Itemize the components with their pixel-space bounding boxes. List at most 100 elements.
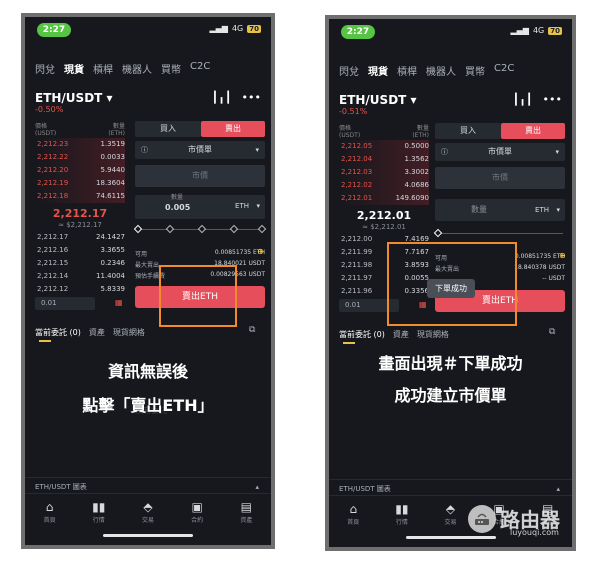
slider-step-50[interactable] (197, 224, 207, 234)
quantity-unit: ETH (535, 206, 549, 214)
orderbook-bid-row[interactable]: 2,212.14 11.4004 (35, 270, 125, 283)
nav-futures[interactable]: ▣ 合約 (179, 500, 215, 545)
highlight-box (159, 265, 237, 327)
tab-assets[interactable]: 資產 (393, 329, 409, 340)
router-logo-icon (468, 504, 496, 533)
tab-buy-crypto[interactable]: 買幣 (161, 61, 181, 76)
tab-margin[interactable]: 槓桿 (397, 63, 417, 78)
orderbook-ask-row[interactable]: 2,212.22 0.0033 (35, 151, 125, 164)
tab-spot-grid[interactable]: 現貨網格 (417, 329, 449, 340)
order-type-select[interactable]: ⓘ 市價單 ▾ (435, 143, 565, 161)
slider-step-25[interactable] (165, 224, 175, 234)
precision-select[interactable]: 0.01 (35, 297, 95, 310)
orderbook-bid-row[interactable]: 2,212.17 24.1427 (35, 231, 125, 244)
instruction-line-2: 點擊「賣出ETH」 (82, 396, 214, 415)
status-bar: 2:27 ▂▄▆ 4G 70 (25, 17, 271, 43)
orderbook-price-header: 價格 (USDT) (35, 123, 57, 137)
pair-change: -0.50% (35, 105, 64, 114)
bid-price: 2,212.17 (37, 233, 69, 241)
sell-tab[interactable]: 賣出 (501, 123, 565, 139)
orderbook-ask-row[interactable]: 2,212.05 0.5000 (339, 140, 429, 153)
tab-open-orders[interactable]: 當前委託 (0) (35, 327, 81, 338)
buy-tab[interactable]: 買入 (135, 121, 201, 137)
pair-selector[interactable]: ETH/USDT ▾ (35, 91, 113, 105)
quantity-field[interactable]: 數量 0.005 ETH ▾ (135, 194, 265, 219)
bid-price: 2,211.98 (341, 261, 373, 269)
nav-home[interactable]: ⌂ 首頁 (335, 502, 371, 547)
ask-price: 2,212.03 (341, 168, 373, 176)
tab-bots[interactable]: 機器人 (122, 61, 152, 76)
nav-label: 交易 (141, 517, 154, 524)
max-sell-value: 18.840378 USDT (514, 264, 565, 271)
tab-assets[interactable]: 資產 (89, 327, 105, 338)
buy-tab[interactable]: 買入 (435, 123, 501, 139)
add-icon[interactable]: ⊕ (559, 251, 566, 260)
nav-trade[interactable]: ⬘ 交易 (432, 502, 468, 547)
nav-markets[interactable]: ▮▮ 行情 (384, 502, 420, 547)
slider-step-100[interactable] (257, 224, 267, 234)
tab-open-orders[interactable]: 當前委託 (0) (339, 329, 385, 340)
slider-step-75[interactable] (229, 224, 239, 234)
orderbook-ask-row[interactable]: 2,212.20 5.9440 (35, 164, 125, 177)
filter-icon[interactable]: ⧉ (249, 325, 255, 335)
order-type-select[interactable]: ⓘ 市價單 ▾ (135, 141, 265, 159)
nav-home[interactable]: ⌂ 首頁 (32, 500, 68, 545)
status-bar: 2:27 ▂▄▆ 4G 70 (329, 19, 572, 45)
home-icon: ⌂ (45, 500, 54, 514)
orderbook-ask-row[interactable]: 2,212.23 1.3519 (35, 138, 125, 151)
ask-price: 2,212.22 (37, 153, 69, 161)
orderbook-ask-row[interactable]: 2,212.01 149.6090 (339, 192, 429, 205)
tab-spot[interactable]: 現貨 (368, 63, 388, 78)
orderbook-ask-row[interactable]: 2,212.19 18.3604 (35, 177, 125, 190)
candlestick-icon[interactable]: ┃╻┃ (212, 91, 232, 104)
home-icon: ⌂ (349, 502, 358, 516)
orderbook-bid-row[interactable]: 2,212.16 3.3655 (35, 244, 125, 257)
sell-tab[interactable]: 賣出 (201, 121, 265, 137)
ask-price: 2,212.01 (341, 194, 373, 202)
bid-price: 2,211.96 (341, 287, 373, 295)
amount-slider[interactable] (437, 233, 563, 234)
max-sell-label: 最大賣出 (135, 262, 160, 269)
more-icon[interactable]: ••• (543, 93, 562, 106)
chevron-down-icon: ▾ (255, 146, 259, 154)
tab-margin[interactable]: 槓桿 (93, 61, 113, 76)
orderbook-bid-row[interactable]: 2,212.12 5.8339 (35, 283, 125, 296)
nav-trade[interactable]: ⬘ 交易 (130, 500, 166, 545)
tab-spot[interactable]: 現貨 (64, 61, 84, 76)
chevron-down-icon: ▾ (256, 202, 260, 210)
nav-assets[interactable]: ▤ 資產 (228, 500, 264, 545)
highlight-box (387, 242, 517, 326)
ask-qty: 1.3562 (404, 155, 430, 163)
add-icon[interactable]: ⊕ (257, 247, 264, 256)
quantity-field[interactable]: 數量 ETH ▾ (435, 199, 565, 221)
nav-markets[interactable]: ▮▮ 行情 (81, 500, 117, 545)
orderbook-bid-row[interactable]: 2,212.15 0.2346 (35, 257, 125, 270)
nav-label: 交易 (444, 519, 457, 526)
tab-buy-crypto[interactable]: 買幣 (465, 63, 485, 78)
nav-label: 首頁 (43, 517, 56, 524)
orderbook-ask-row[interactable]: 2,212.04 1.3562 (339, 153, 429, 166)
tab-bots[interactable]: 機器人 (426, 63, 456, 78)
tab-spot-grid[interactable]: 現貨網格 (113, 327, 145, 338)
slider-handle[interactable] (433, 228, 443, 238)
candlestick-icon[interactable]: ┃╻┃ (513, 93, 533, 106)
orderbook-header: 價格 (USDT) 數量 (ETH) (35, 121, 125, 137)
orderbook-ask-row[interactable]: 2,212.02 4.0686 (339, 179, 429, 192)
orderbook-view-icon[interactable]: ▦ (115, 298, 123, 307)
home-indicator (103, 534, 193, 537)
orderbook-ask-row[interactable]: 2,212.18 74.6115 (35, 190, 125, 203)
filter-icon[interactable]: ⧉ (549, 327, 555, 337)
orderbook-ask-row[interactable]: 2,212.03 3.3002 (339, 166, 429, 179)
nav-label: 資產 (240, 517, 253, 524)
tab-convert[interactable]: 閃兌 (35, 61, 55, 76)
tab-c2c[interactable]: C2C (190, 61, 210, 76)
tab-c2c[interactable]: C2C (494, 63, 514, 78)
trade-icon: ⬘ (143, 500, 153, 514)
pair-selector[interactable]: ETH/USDT ▾ (339, 93, 417, 107)
bid-price: 2,211.99 (341, 248, 373, 256)
tab-convert[interactable]: 閃兌 (339, 63, 359, 78)
slider-handle[interactable] (133, 224, 143, 234)
orderbook-bids: 2,212.17 24.1427 2,212.16 3.3655 2,212.15 0… (35, 231, 125, 296)
more-icon[interactable]: ••• (242, 91, 261, 104)
nav-label: 首頁 (347, 519, 360, 526)
